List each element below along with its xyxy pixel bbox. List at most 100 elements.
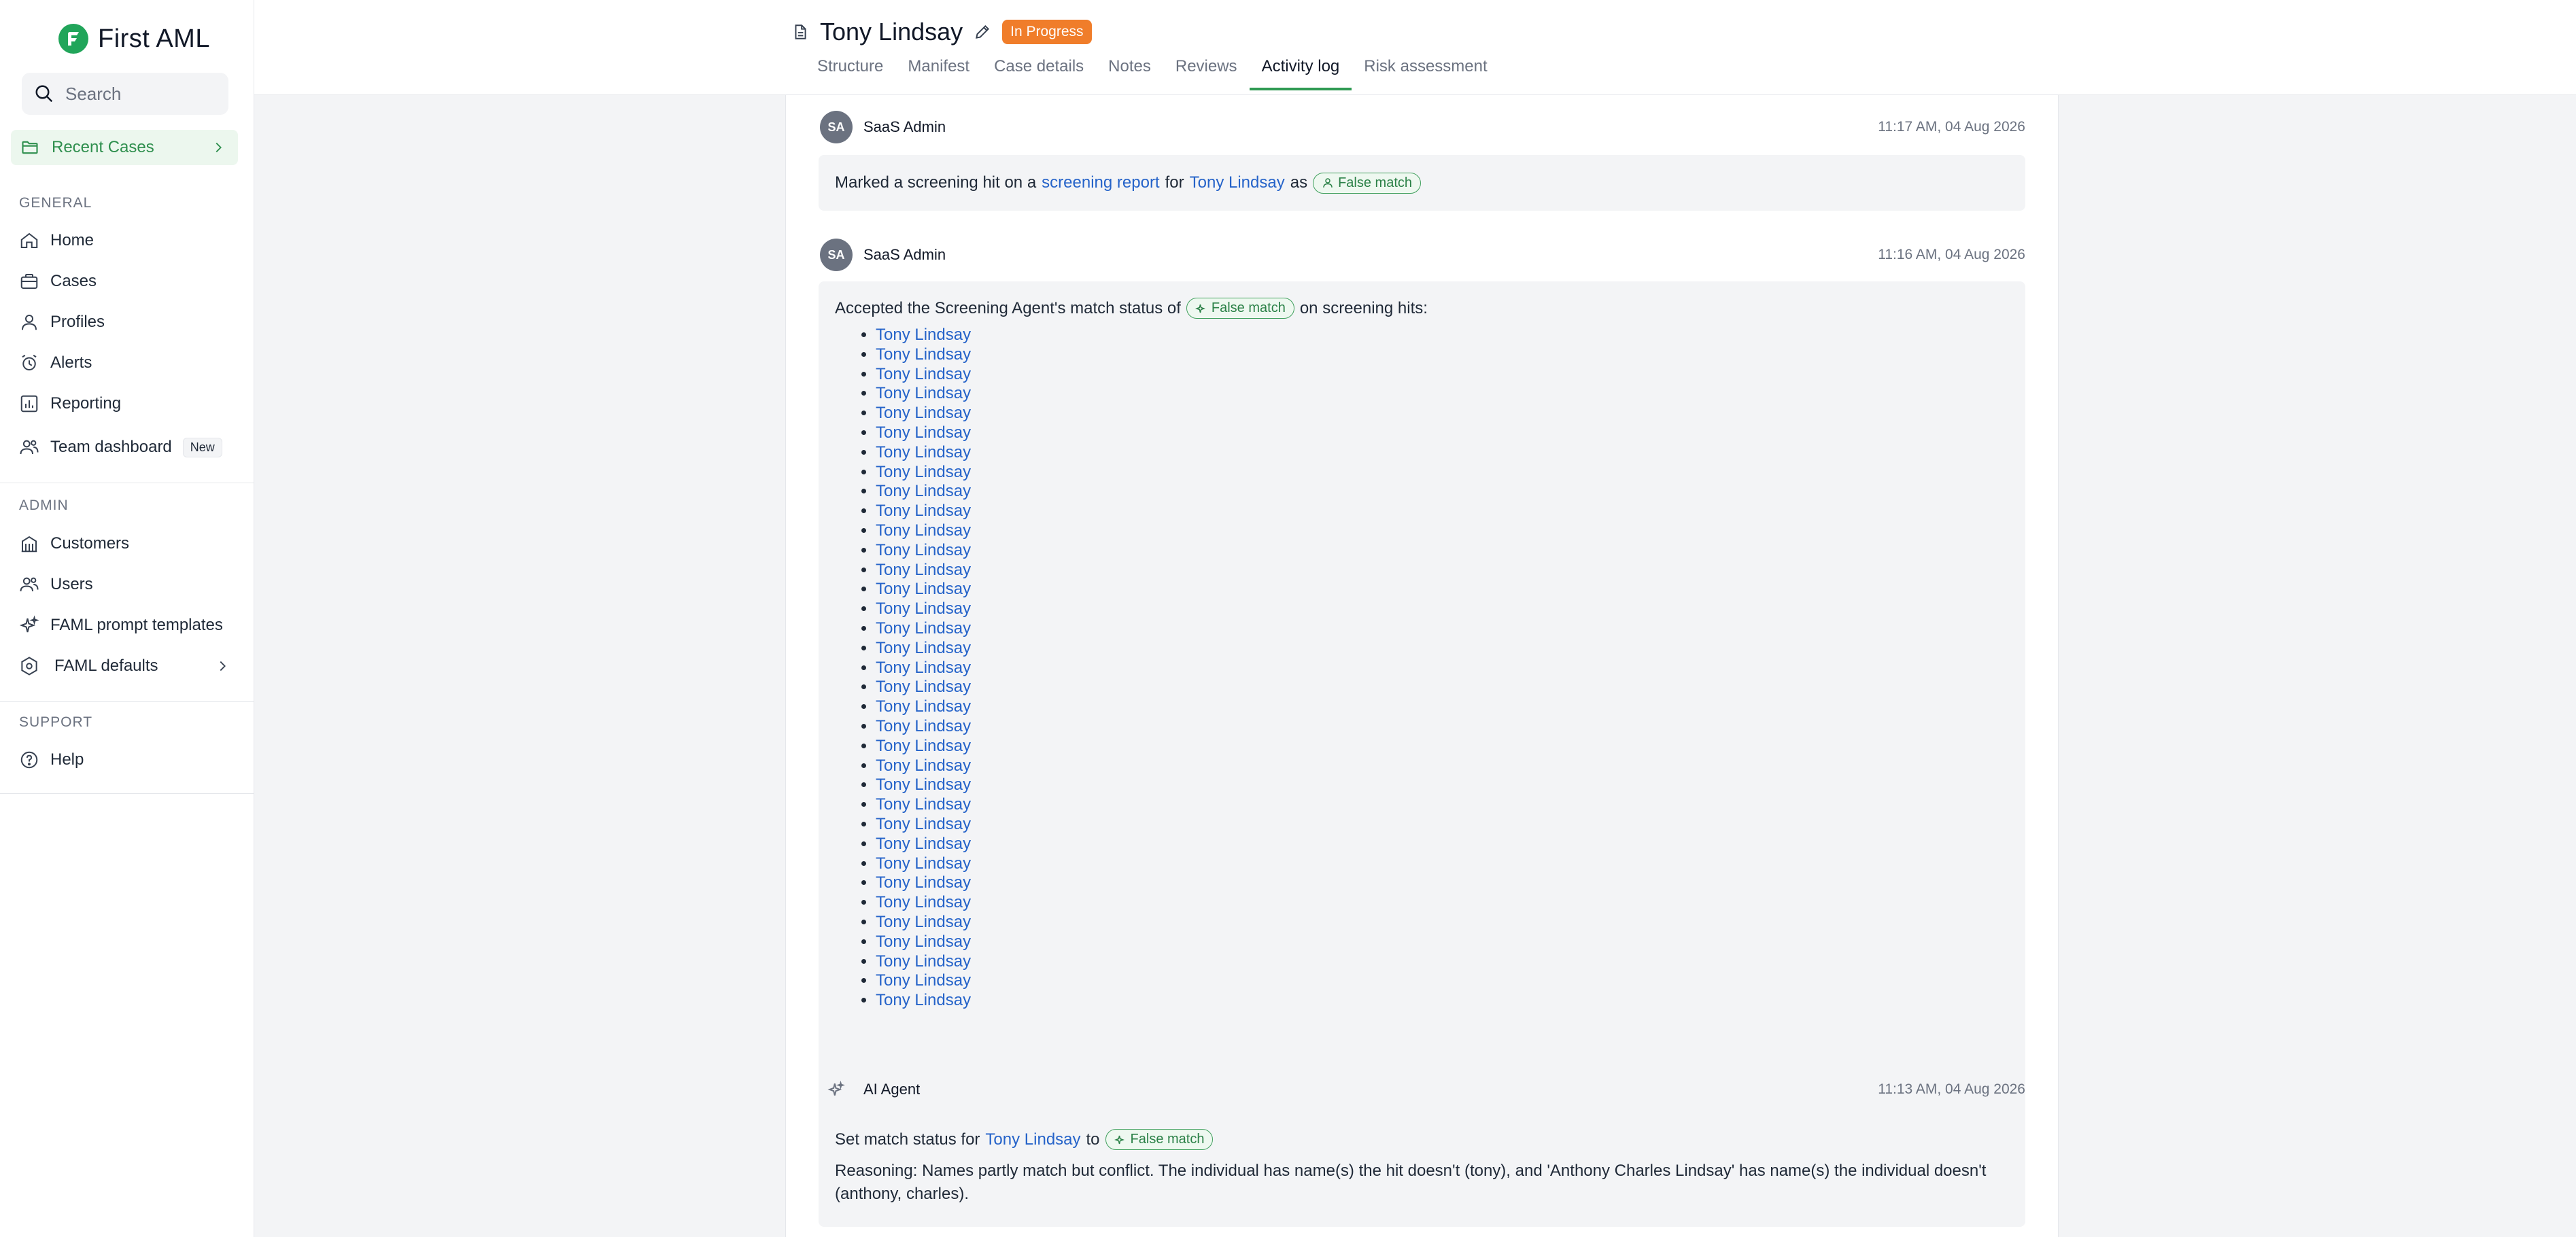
sidebar-divider	[0, 793, 254, 794]
screening-hit-link[interactable]: Tony Lindsay	[876, 952, 2009, 972]
screening-hit-link[interactable]: Tony Lindsay	[876, 697, 2009, 717]
screening-hit-link[interactable]: Tony Lindsay	[876, 482, 2009, 502]
screening-hit-link[interactable]: Tony Lindsay	[876, 991, 2009, 1011]
screening-hit-link[interactable]: Tony Lindsay	[876, 345, 2009, 365]
screening-hit-link[interactable]: Tony Lindsay	[876, 423, 2009, 443]
sidebar-item-users[interactable]: Users	[19, 569, 230, 600]
activity-entry-body: Accepted the Screening Agent's match sta…	[819, 281, 2025, 1142]
screening-report-link[interactable]: screening report	[1042, 173, 1159, 192]
new-badge: New	[182, 437, 222, 457]
screening-hit-link[interactable]: Tony Lindsay	[876, 599, 2009, 619]
tab-notes[interactable]: Notes	[1096, 53, 1163, 90]
sidebar-item-home[interactable]: Home	[19, 225, 230, 256]
screening-hit-link[interactable]: Tony Lindsay	[876, 913, 2009, 933]
avatar: SA	[820, 111, 853, 143]
building-icon	[21, 536, 37, 553]
sidebar-item-profiles[interactable]: Profiles	[19, 307, 230, 338]
screening-hit-link[interactable]: Tony Lindsay	[876, 541, 2009, 561]
tab-activity-log[interactable]: Activity log	[1249, 53, 1352, 90]
tab-reviews[interactable]: Reviews	[1163, 53, 1250, 90]
edit-pencil-icon[interactable]	[974, 23, 991, 41]
screening-hit-link[interactable]: Tony Lindsay	[876, 873, 2009, 893]
folder-icon	[22, 141, 38, 154]
tab-manifest[interactable]: Manifest	[895, 53, 982, 90]
search-icon	[35, 85, 53, 103]
sidebar-item-label: Help	[50, 750, 84, 769]
screening-hit-link[interactable]: Tony Lindsay	[876, 659, 2009, 678]
screening-hit-link[interactable]: Tony Lindsay	[876, 893, 2009, 913]
sidebar: First AML Recent Cases GENERAL Home Case…	[0, 0, 254, 1237]
badge-label: False match	[1211, 300, 1286, 315]
search-input[interactable]	[64, 82, 223, 105]
ai-reasoning-text: Reasoning: Names partly match but confli…	[835, 1162, 1987, 1203]
page-title: Tony Lindsay	[820, 18, 963, 46]
screening-hit-link[interactable]: Tony Lindsay	[876, 933, 2009, 952]
sidebar-item-label: Team dashboard	[50, 438, 172, 456]
false-match-badge: False match	[1186, 298, 1294, 319]
activity-text: Set match status for	[835, 1130, 980, 1149]
user-icon	[22, 315, 37, 330]
screening-hit-link[interactable]: Tony Lindsay	[876, 678, 2009, 697]
activity-timestamp: 11:16 AM, 04 Aug 2026	[1878, 247, 2025, 262]
tab-structure[interactable]: Structure	[805, 53, 895, 90]
false-match-badge: False match	[1105, 1129, 1214, 1150]
activity-feed: SA SaaS Admin 11:17 AM, 04 Aug 2026 Mark…	[785, 95, 2059, 1237]
sidebar-item-cases[interactable]: Cases	[19, 266, 230, 297]
screening-hit-link[interactable]: Tony Lindsay	[876, 756, 2009, 776]
profile-link[interactable]: Tony Lindsay	[985, 1130, 1080, 1149]
screening-hit-link[interactable]: Tony Lindsay	[876, 580, 2009, 599]
sparkle-icon	[19, 615, 39, 633]
search-box[interactable]	[22, 73, 228, 115]
screening-hit-link[interactable]: Tony Lindsay	[876, 639, 2009, 659]
screening-hit-link[interactable]: Tony Lindsay	[876, 384, 2009, 404]
activity-entry-body: Marked a screening hit on a screening re…	[819, 155, 2025, 211]
activity-text-row: Accepted the Screening Agent's match sta…	[835, 298, 2009, 319]
sidebar-item-label: FAML defaults	[54, 657, 158, 675]
screening-hit-link[interactable]: Tony Lindsay	[876, 326, 2009, 345]
sparkle-icon	[827, 1081, 845, 1096]
tab-case-details[interactable]: Case details	[982, 53, 1096, 90]
screening-hit-link[interactable]: Tony Lindsay	[876, 795, 2009, 815]
profile-link[interactable]: Tony Lindsay	[1190, 173, 1285, 192]
settings-hex-icon	[21, 657, 37, 676]
home-icon	[20, 232, 38, 248]
activity-entry-body: Set match status for Tony Lindsay to Fal…	[819, 1115, 2025, 1227]
activity-text: Marked a screening hit on a	[835, 173, 1037, 192]
activity-text: on screening hits:	[1299, 298, 1428, 317]
screening-hit-link[interactable]: Tony Lindsay	[876, 443, 2009, 463]
screening-hit-link[interactable]: Tony Lindsay	[876, 561, 2009, 580]
recent-cases-label: Recent Cases	[52, 138, 154, 156]
screening-hit-link[interactable]: Tony Lindsay	[876, 737, 2009, 756]
screening-hit-link[interactable]: Tony Lindsay	[876, 971, 2009, 991]
screening-hit-link[interactable]: Tony Lindsay	[876, 717, 2009, 737]
sidebar-item-faml-prompt-templates[interactable]: FAML prompt templates	[19, 610, 230, 641]
screening-hit-link[interactable]: Tony Lindsay	[876, 502, 2009, 521]
sidebar-item-label: Home	[50, 231, 95, 249]
screening-hit-link[interactable]: Tony Lindsay	[876, 521, 2009, 541]
tab-risk-assessment[interactable]: Risk assessment	[1352, 53, 1499, 90]
sidebar-item-alerts[interactable]: Alerts	[19, 347, 230, 379]
screening-hit-link[interactable]: Tony Lindsay	[876, 815, 2009, 835]
activity-author: SaaS Admin	[863, 118, 946, 135]
screening-hit-link[interactable]: Tony Lindsay	[876, 835, 2009, 854]
ai-agent-avatar	[820, 1073, 853, 1106]
sidebar-item-faml-defaults[interactable]: FAML defaults	[19, 650, 230, 682]
activity-timestamp: 11:13 AM, 04 Aug 2026	[1878, 1081, 2025, 1097]
case-tabs: Structure Manifest Case details Notes Re…	[805, 53, 1500, 94]
screening-hit-link[interactable]: Tony Lindsay	[876, 365, 2009, 385]
activity-text: to	[1086, 1130, 1100, 1149]
screening-hit-link[interactable]: Tony Lindsay	[876, 404, 2009, 423]
activity-entry-header: SA SaaS Admin 11:17 AM, 04 Aug 2026	[820, 109, 2025, 145]
sidebar-item-reporting[interactable]: Reporting	[19, 388, 230, 419]
recent-cases-button[interactable]: Recent Cases	[11, 130, 238, 165]
sidebar-item-team-dashboard[interactable]: Team dashboard New	[19, 432, 230, 463]
sidebar-item-help[interactable]: Help	[19, 744, 230, 776]
brand-logo[interactable]: First AML	[58, 20, 210, 57]
screening-hit-link[interactable]: Tony Lindsay	[876, 854, 2009, 874]
sidebar-item-customers[interactable]: Customers	[19, 528, 230, 559]
badge-label: False match	[1130, 1132, 1205, 1147]
screening-hit-link[interactable]: Tony Lindsay	[876, 463, 2009, 483]
screening-hit-link[interactable]: Tony Lindsay	[876, 619, 2009, 639]
activity-text-row: Set match status for Tony Lindsay to Fal…	[835, 1129, 2009, 1150]
screening-hit-link[interactable]: Tony Lindsay	[876, 776, 2009, 795]
